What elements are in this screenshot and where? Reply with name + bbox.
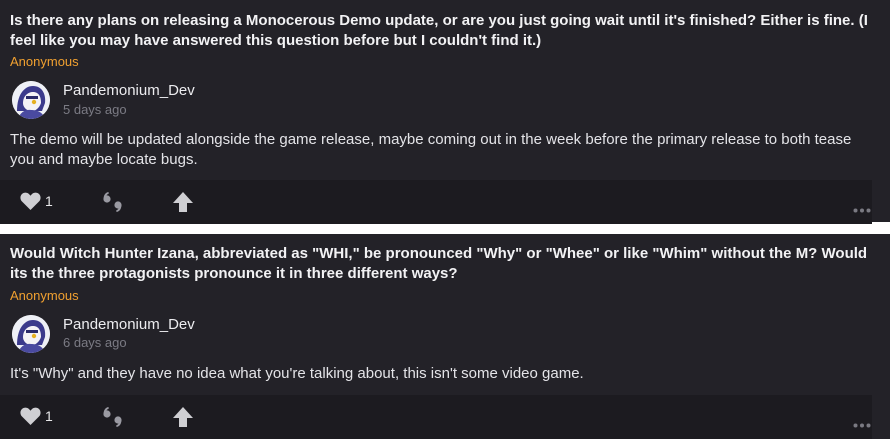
timestamp: 6 days ago (63, 335, 127, 350)
avatar[interactable] (12, 315, 50, 353)
post-card: Would Witch Hunter Izana, abbreviated as… (0, 234, 890, 439)
heart-icon[interactable] (20, 407, 41, 426)
action-bar: 1 (0, 395, 872, 439)
like-count: 1 (45, 408, 53, 424)
action-bar: 1 (0, 180, 872, 224)
asker-name: Anonymous (10, 288, 79, 303)
answer-text: The demo will be updated alongside the g… (10, 131, 852, 168)
author-name[interactable]: Pandemonium_Dev (63, 316, 195, 333)
answer-text: It's "Why" and they have no idea what yo… (10, 365, 584, 382)
question-text: Would Witch Hunter Izana, abbreviated as… (10, 245, 868, 282)
heart-icon[interactable] (20, 192, 41, 211)
author-name[interactable]: Pandemonium_Dev (63, 82, 195, 99)
quote-icon[interactable] (101, 406, 125, 428)
like-count: 1 (45, 193, 53, 209)
more-options-icon[interactable] (853, 200, 871, 213)
quote-icon[interactable] (101, 191, 125, 213)
asker-name: Anonymous (10, 54, 79, 69)
question-text: Is there any plans on releasing a Monoce… (10, 12, 868, 49)
upvote-arrow-icon[interactable] (172, 406, 194, 428)
upvote-arrow-icon[interactable] (172, 191, 194, 213)
post-card: Is there any plans on releasing a Monoce… (0, 0, 890, 224)
more-options-icon[interactable] (853, 415, 871, 428)
timestamp: 5 days ago (63, 102, 127, 117)
avatar[interactable] (12, 81, 50, 119)
